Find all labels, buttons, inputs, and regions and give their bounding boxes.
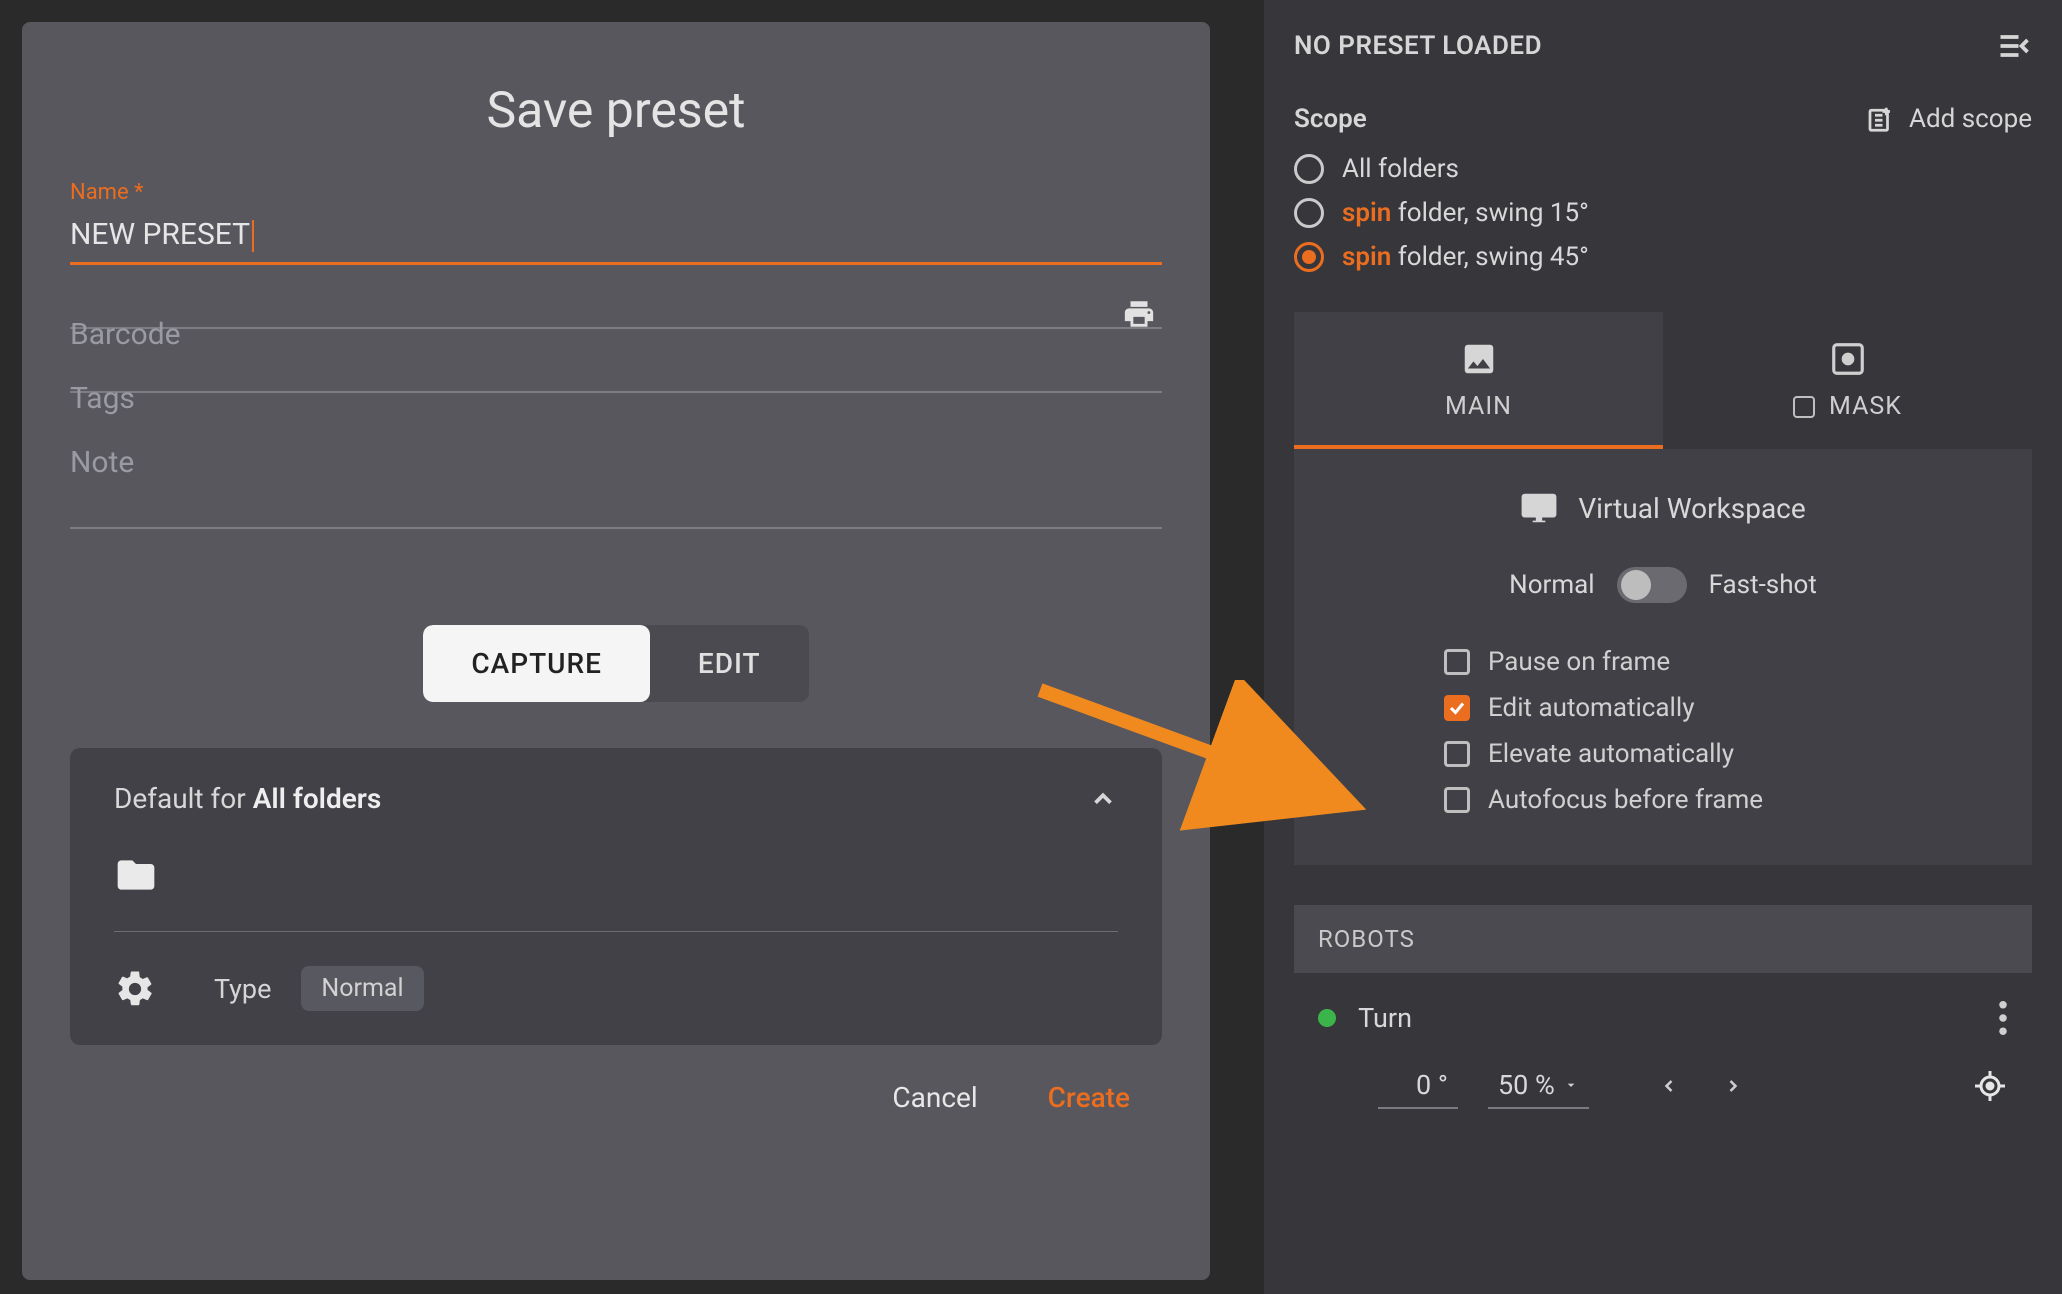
- scope-label: Scope: [1294, 104, 1367, 134]
- text-caret: [252, 220, 254, 252]
- panel-tabs: MAIN MASK: [1294, 312, 2032, 449]
- checkbox-autofocus[interactable]: Autofocus before frame: [1444, 785, 2002, 815]
- tab-main[interactable]: MAIN: [1294, 312, 1663, 449]
- workspace-checkbox-list: Pause on frame Edit automatically Elevat…: [1324, 647, 2002, 815]
- barcode-input[interactable]: [70, 311, 1162, 329]
- collapse-panel-icon[interactable]: [1996, 28, 2032, 64]
- tab-mask[interactable]: MASK: [1663, 312, 2032, 449]
- add-scope-label: Add scope: [1909, 104, 2032, 134]
- mode-segmented-wrap: CAPTURE EDIT: [423, 625, 808, 702]
- scope-suffix-45: folder, swing 45°: [1391, 242, 1589, 272]
- tags-input[interactable]: [70, 375, 1162, 393]
- type-chip[interactable]: Normal: [301, 966, 423, 1011]
- add-scope-button[interactable]: Add scope: [1865, 104, 2032, 134]
- robots-controls: 0 ° 50 %: [1294, 1045, 2032, 1127]
- chevron-right-icon[interactable]: [1723, 1072, 1743, 1100]
- checkbox-label-2: Elevate automatically: [1488, 739, 1734, 769]
- tab-mask-label: MASK: [1829, 392, 1902, 421]
- virtual-workspace-label: Virtual Workspace: [1578, 492, 1805, 525]
- checkbox-elevate-automatically[interactable]: Elevate automatically: [1444, 739, 2002, 769]
- scope-text-all: All folders: [1342, 154, 1459, 184]
- chevron-left-icon[interactable]: [1659, 1072, 1679, 1100]
- modal-actions: Cancel Create: [70, 1081, 1162, 1114]
- scope-highlight-45: spin: [1342, 242, 1391, 272]
- scope-highlight-15: spin: [1342, 198, 1391, 228]
- checkbox-edit-automatically[interactable]: Edit automatically: [1444, 693, 2002, 723]
- barcode-field[interactable]: Barcode: [70, 311, 1162, 329]
- checkbox-label-0: Pause on frame: [1488, 647, 1670, 677]
- robots-turn-row[interactable]: Turn: [1294, 973, 2032, 1045]
- panel-header: NO PRESET LOADED: [1294, 28, 2032, 64]
- chevron-up-icon[interactable]: [1088, 784, 1118, 814]
- monitor-icon: [1520, 489, 1558, 527]
- default-card: Default for All folders Type Normal: [70, 748, 1162, 1045]
- speed-field[interactable]: 50 %: [1488, 1063, 1589, 1109]
- cancel-button[interactable]: Cancel: [892, 1081, 977, 1114]
- angle-field[interactable]: 0 °: [1378, 1063, 1458, 1109]
- virtual-workspace-row: Virtual Workspace: [1324, 489, 2002, 527]
- modal-title: Save preset: [70, 82, 1162, 140]
- checkbox-label-3: Autofocus before frame: [1488, 785, 1763, 815]
- default-target: All folders: [253, 782, 382, 815]
- default-prefix: Default for: [114, 782, 253, 815]
- scope-radio-list: All folders spin folder, swing 15° spin …: [1294, 154, 2032, 272]
- preset-status: NO PRESET LOADED: [1294, 31, 1542, 61]
- checkbox-pause-on-frame[interactable]: Pause on frame: [1444, 647, 2002, 677]
- mask-checkbox-icon: [1793, 396, 1815, 418]
- name-value: NEW PRESET: [70, 217, 250, 252]
- toggle-left-label: Normal: [1509, 570, 1594, 600]
- print-icon[interactable]: [1122, 297, 1156, 331]
- speed-value: 50 %: [1498, 1069, 1555, 1101]
- status-dot-icon: [1318, 1009, 1336, 1027]
- name-field: Name * NEW PRESET: [70, 180, 1162, 265]
- shot-mode-toggle-row: Normal Fast-shot: [1324, 567, 2002, 603]
- save-preset-modal: Save preset Name * NEW PRESET Barcode Ta…: [22, 22, 1210, 1280]
- capture-segment[interactable]: CAPTURE: [423, 625, 650, 702]
- nav-arrows: [1659, 1072, 1743, 1100]
- create-button[interactable]: Create: [1048, 1081, 1130, 1114]
- scope-radio-swing15[interactable]: spin folder, swing 15°: [1294, 198, 2032, 228]
- note-field[interactable]: Note: [70, 439, 1162, 549]
- more-icon[interactable]: [1998, 1001, 2008, 1035]
- default-folder-row: [114, 853, 1118, 897]
- card-divider: [114, 931, 1118, 932]
- gear-icon: [114, 968, 156, 1010]
- toggle-right-label: Fast-shot: [1709, 570, 1817, 600]
- robots-header: ROBOTS: [1294, 905, 2032, 973]
- name-input[interactable]: NEW PRESET: [70, 211, 1162, 265]
- robot-name: Turn: [1358, 1002, 1412, 1034]
- edit-segment[interactable]: EDIT: [650, 625, 809, 702]
- default-header-text: Default for All folders: [114, 782, 381, 815]
- scope-header: Scope Add scope: [1294, 104, 2032, 134]
- target-icon[interactable]: [1972, 1068, 2008, 1104]
- name-label: Name *: [70, 180, 1162, 205]
- tags-field[interactable]: Tags: [70, 375, 1162, 393]
- scope-radio-swing45[interactable]: spin folder, swing 45°: [1294, 242, 2032, 272]
- type-row: Type Normal: [114, 966, 1118, 1011]
- checkbox-label-1: Edit automatically: [1488, 693, 1695, 723]
- folder-icon: [114, 853, 158, 897]
- shot-mode-toggle[interactable]: [1617, 567, 1687, 603]
- workspace-section: Virtual Workspace Normal Fast-shot Pause…: [1294, 449, 2032, 865]
- scope-radio-all[interactable]: All folders: [1294, 154, 2032, 184]
- type-label: Type: [214, 973, 271, 1005]
- scope-suffix-15: folder, swing 15°: [1391, 198, 1589, 228]
- side-panel: NO PRESET LOADED Scope Add scope All fol…: [1264, 0, 2062, 1294]
- default-header[interactable]: Default for All folders: [114, 782, 1118, 815]
- tab-main-label: MAIN: [1445, 392, 1512, 421]
- mode-segmented: CAPTURE EDIT: [70, 625, 1162, 702]
- note-input[interactable]: [70, 439, 1162, 529]
